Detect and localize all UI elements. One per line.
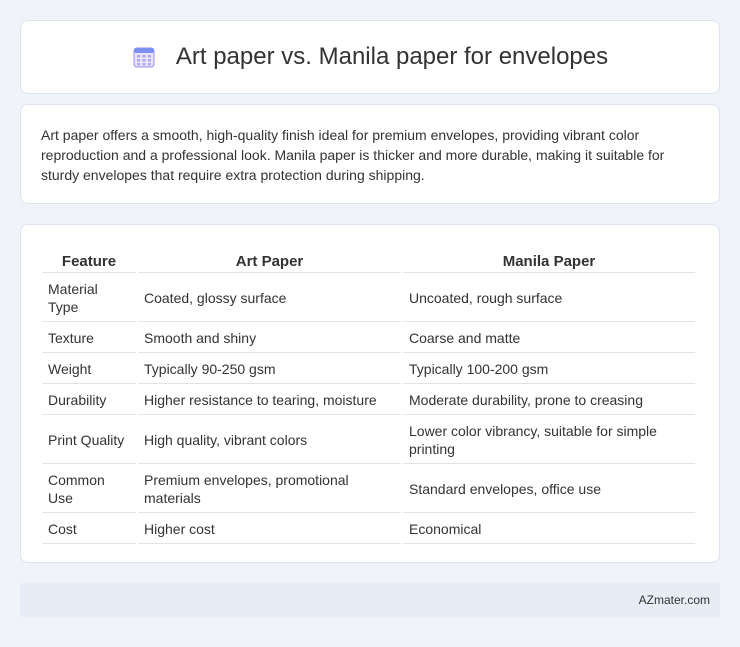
header-manila-paper: Manila Paper — [403, 245, 695, 273]
feature-cell: Common Use — [42, 466, 136, 513]
manila-paper-cell: Moderate durability, prone to creasing — [403, 386, 695, 415]
manila-paper-cell: Lower color vibrancy, suitable for simpl… — [403, 417, 695, 464]
art-paper-cell: High quality, vibrant colors — [138, 417, 401, 464]
header-art-paper: Art Paper — [138, 245, 401, 273]
art-paper-cell: Typically 90-250 gsm — [138, 355, 401, 384]
footer-site-link[interactable]: AZmater.com — [639, 593, 710, 607]
description-card: Art paper offers a smooth, high-quality … — [20, 104, 720, 204]
table-row: Weight Typically 90-250 gsm Typically 10… — [42, 355, 695, 384]
art-paper-cell: Premium envelopes, promotional materials — [138, 466, 401, 513]
table-row: Common Use Premium envelopes, promotiona… — [42, 466, 695, 513]
page-title: Art paper vs. Manila paper for envelopes — [175, 43, 609, 70]
header-feature: Feature — [42, 245, 136, 273]
feature-cell: Weight — [42, 355, 136, 384]
title-card: Art paper vs. Manila paper for envelopes — [20, 20, 720, 94]
art-paper-cell: Smooth and shiny — [138, 324, 401, 353]
calendar-icon — [132, 45, 156, 69]
table-row: Cost Higher cost Economical — [42, 515, 695, 544]
table-row: Texture Smooth and shiny Coarse and matt… — [42, 324, 695, 353]
table-row: Durability Higher resistance to tearing,… — [42, 386, 695, 415]
manila-paper-cell: Economical — [403, 515, 695, 544]
table-row: Print Quality High quality, vibrant colo… — [42, 417, 695, 464]
art-paper-cell: Higher cost — [138, 515, 401, 544]
feature-cell: Print Quality — [42, 417, 136, 464]
table-row: Material Type Coated, glossy surface Unc… — [42, 275, 695, 322]
art-paper-cell: Higher resistance to tearing, moisture — [138, 386, 401, 415]
comparison-table-card: Feature Art Paper Manila Paper Material … — [20, 224, 720, 563]
footer-bar: AZmater.com — [20, 583, 720, 617]
manila-paper-cell: Typically 100-200 gsm — [403, 355, 695, 384]
comparison-table: Feature Art Paper Manila Paper Material … — [40, 243, 697, 546]
art-paper-cell: Coated, glossy surface — [138, 275, 401, 322]
feature-cell: Texture — [42, 324, 136, 353]
feature-cell: Cost — [42, 515, 136, 544]
feature-cell: Material Type — [42, 275, 136, 322]
manila-paper-cell: Standard envelopes, office use — [403, 466, 695, 513]
description-text: Art paper offers a smooth, high-quality … — [41, 127, 665, 183]
table-header-row: Feature Art Paper Manila Paper — [42, 245, 695, 273]
manila-paper-cell: Coarse and matte — [403, 324, 695, 353]
feature-cell: Durability — [42, 386, 136, 415]
manila-paper-cell: Uncoated, rough surface — [403, 275, 695, 322]
